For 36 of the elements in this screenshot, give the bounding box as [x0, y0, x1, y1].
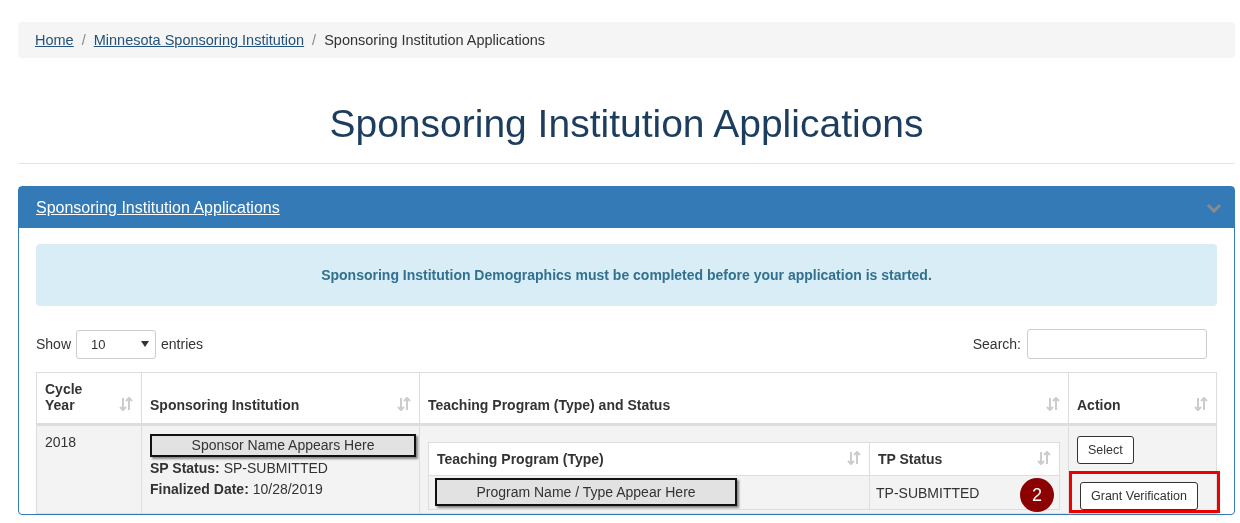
search-field[interactable] — [1027, 329, 1207, 359]
callout-number: 2 — [1020, 478, 1054, 512]
finalized-date-text: Finalized Date: 10/28/2019 — [150, 480, 324, 499]
search-label: Search: — [972, 336, 1021, 352]
dropdown-caret-icon — [141, 341, 150, 347]
tp-status-cell: TP-SUBMITTED — [876, 484, 980, 501]
alert-text: Sponsoring Institution Demographics must be completed before your application is started. — [321, 267, 932, 283]
grant-verification-button[interactable]: Grant Verification — [1080, 482, 1198, 510]
breadcrumb-link[interactable]: Minnesota Sponsoring Institution — [93, 32, 305, 48]
cycle-year-cell: 2018 — [45, 434, 77, 450]
entries-select[interactable]: 10 — [76, 329, 157, 359]
show-label: Show — [36, 336, 72, 352]
program-name-box: Program Name / Type Appear Here — [435, 478, 737, 506]
column-header[interactable]: TP Status — [869, 442, 1060, 476]
column-header[interactable]: Teaching Program (Type) — [428, 442, 870, 476]
panel-title-link[interactable]: Sponsoring Institution Applications — [36, 198, 280, 217]
select-button[interactable]: Select — [1077, 436, 1134, 464]
column-header[interactable]: Sponsoring Institution — [141, 372, 420, 425]
sort-icon — [1046, 397, 1060, 411]
chevron-down-icon[interactable] — [1206, 202, 1222, 213]
breadcrumb-separator: / — [81, 32, 86, 48]
breadcrumb-link[interactable]: Home — [35, 32, 74, 48]
breadcrumb-separator: / — [312, 32, 317, 48]
column-header[interactable]: Teaching Program (Type) and Status — [419, 372, 1069, 425]
sort-icon — [847, 451, 861, 465]
breadcrumb-current: Sponsoring Institution Applications — [324, 32, 545, 48]
column-header[interactable]: Action — [1068, 372, 1217, 425]
sort-icon — [1194, 397, 1208, 411]
sort-icon — [119, 397, 133, 411]
sp-status-text: SP Status: SP-SUBMITTED — [150, 459, 329, 478]
column-header[interactable]: Cycle Year — [36, 372, 142, 425]
sort-icon — [397, 397, 411, 411]
entries-label: entries — [161, 336, 204, 352]
page-title: Sponsoring Institution Applications — [328, 101, 925, 147]
sponsor-name-box: Sponsor Name Appears Here — [150, 434, 416, 457]
sort-icon — [1037, 451, 1051, 465]
